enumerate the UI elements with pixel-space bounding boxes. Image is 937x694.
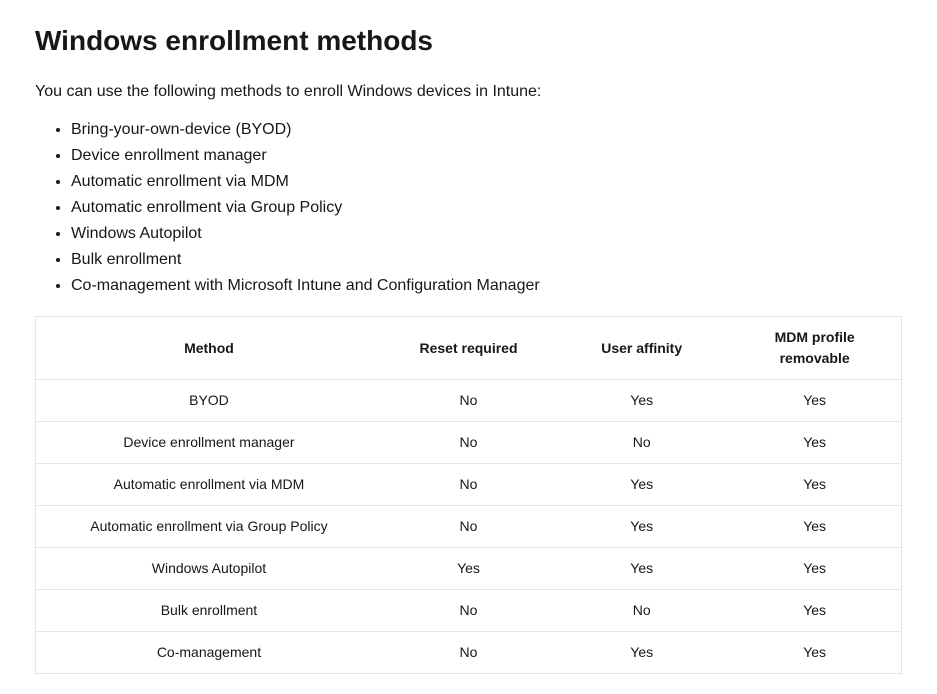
table-row: Automatic enrollment via Group Policy No… <box>36 506 902 548</box>
table-row: BYOD No Yes Yes <box>36 380 902 422</box>
table-header-reset-required: Reset required <box>382 317 555 380</box>
list-item: Bring-your-own-device (BYOD) <box>71 118 902 142</box>
table-header-mdm-removable: MDM profile removable <box>728 317 901 380</box>
table-row: Co-management No Yes Yes <box>36 632 902 674</box>
table-header-method: Method <box>36 317 382 380</box>
page-title: Windows enrollment methods <box>35 20 902 62</box>
list-item: Bulk enrollment <box>71 248 902 272</box>
table-cell: Yes <box>555 632 728 674</box>
table-cell: Yes <box>728 590 901 632</box>
table-cell: Yes <box>555 548 728 590</box>
table-header-row: Method Reset required User affinity MDM … <box>36 317 902 380</box>
table-cell: Bulk enrollment <box>36 590 382 632</box>
table-cell: Yes <box>728 464 901 506</box>
table-cell: No <box>555 590 728 632</box>
table-cell: Yes <box>728 380 901 422</box>
list-item: Device enrollment manager <box>71 144 902 168</box>
table-cell: No <box>382 506 555 548</box>
list-item: Co-management with Microsoft Intune and … <box>71 274 902 298</box>
table-cell: Yes <box>728 632 901 674</box>
table-cell: Automatic enrollment via Group Policy <box>36 506 382 548</box>
table-cell: Co-management <box>36 632 382 674</box>
table-cell: Yes <box>728 422 901 464</box>
table-cell: Yes <box>555 380 728 422</box>
table-row: Bulk enrollment No No Yes <box>36 590 902 632</box>
table-row: Windows Autopilot Yes Yes Yes <box>36 548 902 590</box>
table-cell: Yes <box>555 506 728 548</box>
list-item: Windows Autopilot <box>71 222 902 246</box>
table-cell: No <box>555 422 728 464</box>
enrollment-methods-table: Method Reset required User affinity MDM … <box>35 316 902 674</box>
table-cell: Yes <box>382 548 555 590</box>
table-cell: Windows Autopilot <box>36 548 382 590</box>
table-cell: Yes <box>728 506 901 548</box>
list-item: Automatic enrollment via MDM <box>71 170 902 194</box>
table-cell: No <box>382 590 555 632</box>
table-header-user-affinity: User affinity <box>555 317 728 380</box>
table-cell: BYOD <box>36 380 382 422</box>
table-cell: Automatic enrollment via MDM <box>36 464 382 506</box>
table-cell: Yes <box>555 464 728 506</box>
table-row: Automatic enrollment via MDM No Yes Yes <box>36 464 902 506</box>
enrollment-methods-list: Bring-your-own-device (BYOD) Device enro… <box>35 118 902 298</box>
table-cell: Device enrollment manager <box>36 422 382 464</box>
intro-paragraph: You can use the following methods to enr… <box>35 80 902 104</box>
table-cell: No <box>382 422 555 464</box>
table-row: Device enrollment manager No No Yes <box>36 422 902 464</box>
table-cell: No <box>382 632 555 674</box>
table-cell: Yes <box>728 548 901 590</box>
table-cell: No <box>382 380 555 422</box>
list-item: Automatic enrollment via Group Policy <box>71 196 902 220</box>
table-cell: No <box>382 464 555 506</box>
